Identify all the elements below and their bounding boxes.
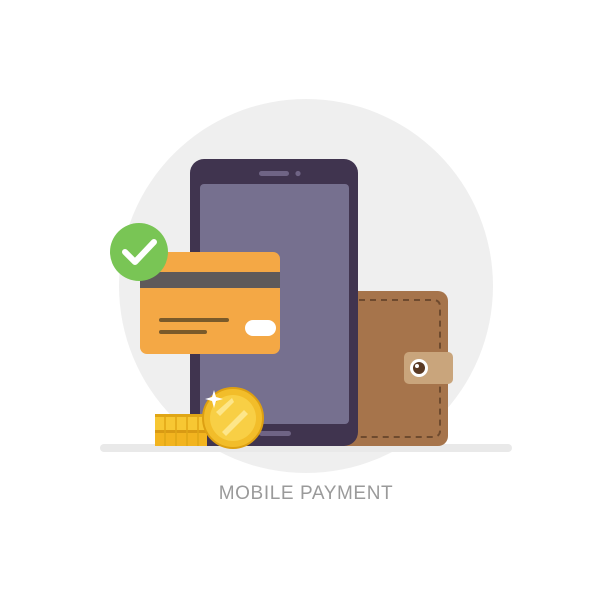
card-magnetic-stripe xyxy=(140,272,280,288)
card-name-line xyxy=(159,330,207,334)
illustration-canvas xyxy=(100,99,512,473)
card-chip xyxy=(245,320,276,336)
caption-text: MOBILE PAYMENT xyxy=(218,483,394,504)
check-icon xyxy=(110,223,168,281)
phone-speaker xyxy=(259,171,289,176)
phone-camera xyxy=(295,170,301,177)
card-number-line xyxy=(159,318,229,322)
mobile-payment-illustration: MOBILE PAYMENT xyxy=(0,0,612,612)
wallet-clasp xyxy=(404,352,453,384)
phone-home-bar xyxy=(259,431,291,436)
coin-stack-icon xyxy=(155,414,207,446)
